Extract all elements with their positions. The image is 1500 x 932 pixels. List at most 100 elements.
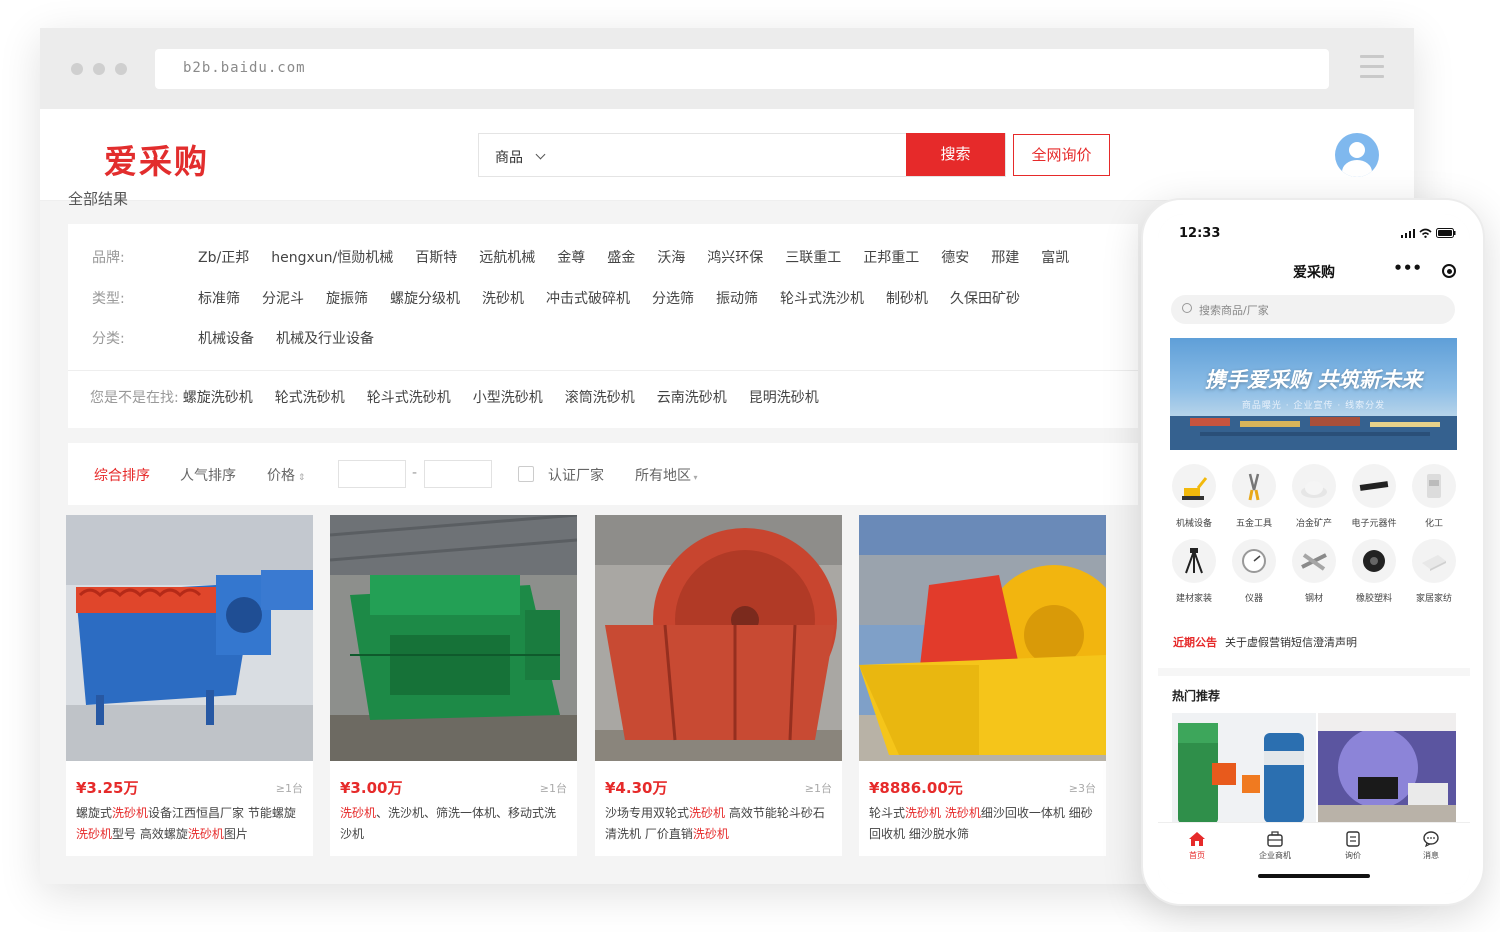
brand-option[interactable]: 金尊 xyxy=(557,247,585,267)
suggestion-link[interactable]: 云南洗砂机 xyxy=(657,387,727,407)
product-image[interactable] xyxy=(859,515,1106,761)
product-card[interactable]: ¥3.00万 ≥1台 洗砂机、洗沙机、筛洗一体机、移动式洗沙机 xyxy=(330,515,577,856)
fabric-icon xyxy=(1412,539,1456,583)
product-image[interactable] xyxy=(595,515,842,761)
product-title[interactable]: 洗砂机、洗沙机、筛洗一体机、移动式洗沙机 xyxy=(340,803,568,845)
price-min-input[interactable] xyxy=(338,460,406,488)
product-image[interactable] xyxy=(330,515,577,761)
brand-option[interactable]: Zb/正邦 xyxy=(198,247,249,267)
region-select[interactable]: 所有地区 ▾ xyxy=(635,465,698,485)
tab-inquiry[interactable]: 询价 xyxy=(1314,831,1392,861)
product-card[interactable]: ¥4.30万 ≥1台 沙场专用双轮式洗砂机 高效节能轮斗砂石清洗机 厂价直销洗砂… xyxy=(595,515,842,856)
product-title[interactable]: 沙场专用双轮式洗砂机 高效节能轮斗砂石清洗机 厂价直销洗砂机 xyxy=(605,803,833,845)
type-option[interactable]: 冲击式破碎机 xyxy=(546,288,630,308)
type-option[interactable]: 轮斗式洗沙机 xyxy=(780,288,864,308)
brand-option[interactable]: 富凯 xyxy=(1041,247,1069,267)
home-indicator[interactable] xyxy=(1258,874,1370,878)
filter-label: 类型: xyxy=(92,291,125,307)
suggestion-link[interactable]: 滚筒洗砂机 xyxy=(565,387,635,407)
phone-app-title: 爱采购 xyxy=(1293,265,1335,281)
suggestion-link[interactable]: 轮式洗砂机 xyxy=(275,387,345,407)
brand-option[interactable]: 沃海 xyxy=(657,247,685,267)
brand-option[interactable]: 三联重工 xyxy=(785,247,841,267)
search-button[interactable]: 搜索 xyxy=(906,133,1005,176)
brand-option[interactable]: 德安 xyxy=(941,247,969,267)
phone-screen: 12:33 爱采购 ••• 搜索商品/厂家 携手爱采购 共筑新未来 商品曝光 ·… xyxy=(1158,214,1470,894)
notice-text: 关于虚假营销短信澄清声明 xyxy=(1225,636,1357,649)
suggestion-link[interactable]: 昆明洗砂机 xyxy=(749,387,819,407)
title-text: 轮斗式 xyxy=(869,806,906,820)
price-max-input[interactable] xyxy=(424,460,492,488)
hot-product-image[interactable] xyxy=(1318,713,1456,825)
phone-banner[interactable]: 携手爱采购 共筑新未来 商品曝光 · 企业宣传 · 线索分发 xyxy=(1170,338,1457,450)
hamburger-menu-icon[interactable] xyxy=(1360,55,1384,79)
inquiry-button[interactable]: 全网询价 xyxy=(1013,134,1110,176)
type-option[interactable]: 标准筛 xyxy=(198,288,240,308)
close-target-icon[interactable] xyxy=(1442,264,1456,278)
sort-overall-tab[interactable]: 综合排序 xyxy=(94,465,150,485)
category-label: 仪器 xyxy=(1244,594,1263,604)
category-instruments[interactable]: 仪器 xyxy=(1224,539,1284,604)
product-image[interactable] xyxy=(66,515,313,761)
brand-option[interactable]: 盛金 xyxy=(607,247,635,267)
more-icon[interactable]: ••• xyxy=(1393,259,1422,277)
sort-popularity-tab[interactable]: 人气排序 xyxy=(180,465,236,485)
brand-option[interactable]: 正邦重工 xyxy=(863,247,919,267)
category-electronics[interactable]: 电子元器件 xyxy=(1344,464,1404,529)
search-icon xyxy=(1182,303,1192,313)
category-label: 家居家纺 xyxy=(1415,594,1452,604)
suggestion-link[interactable]: 小型洗砂机 xyxy=(473,387,543,407)
product-card[interactable]: ¥3.25万 ≥1台 螺旋式洗砂机设备江西恒昌厂家 节能螺旋洗砂机型号 高效螺旋… xyxy=(66,515,313,856)
tab-messages[interactable]: 消息 xyxy=(1392,831,1470,861)
category-home-textile[interactable]: 家居家纺 xyxy=(1404,539,1464,604)
brand-option[interactable]: hengxun/恒勋机械 xyxy=(271,247,393,267)
category-machinery[interactable]: 机械设备 xyxy=(1164,464,1224,529)
product-moq: ≥1台 xyxy=(539,782,567,795)
category-hardware[interactable]: 五金工具 xyxy=(1224,464,1284,529)
site-header: 爱采购 商品 搜索 全网询价 xyxy=(40,109,1414,201)
suggestion-link[interactable]: 螺旋洗砂机 xyxy=(183,387,253,407)
tab-business[interactable]: 企业商机 xyxy=(1236,831,1314,861)
product-card[interactable]: ¥8886.00元 ≥3台 轮斗式洗砂机 洗砂机细沙回收一体机 细砂回收机 细沙… xyxy=(859,515,1106,856)
window-dot[interactable] xyxy=(71,63,83,75)
brand-option[interactable]: 邢建 xyxy=(991,247,1019,267)
address-bar[interactable]: b2b.baidu.com xyxy=(155,49,1329,89)
user-avatar[interactable] xyxy=(1335,133,1379,177)
window-dot[interactable] xyxy=(93,63,105,75)
title-highlight: 洗砂机 xyxy=(187,827,224,841)
category-chemicals[interactable]: 化工 xyxy=(1404,464,1464,529)
type-option[interactable]: 制砂机 xyxy=(886,288,928,308)
brand-option[interactable]: 百斯特 xyxy=(415,247,457,267)
phone-search-input[interactable]: 搜索商品/厂家 xyxy=(1171,295,1455,324)
product-title[interactable]: 螺旋式洗砂机设备江西恒昌厂家 节能螺旋洗砂机型号 高效螺旋洗砂机图片 xyxy=(76,803,304,845)
product-title[interactable]: 轮斗式洗砂机 洗砂机细沙回收一体机 细砂回收机 细沙脱水筛 xyxy=(869,803,1097,845)
type-option[interactable]: 洗砂机 xyxy=(482,288,524,308)
type-option[interactable]: 振动筛 xyxy=(716,288,758,308)
type-option[interactable]: 分选筛 xyxy=(652,288,694,308)
search-scope-select[interactable]: 商品 xyxy=(495,147,523,167)
type-option[interactable]: 旋振筛 xyxy=(326,288,368,308)
category-metallurgy[interactable]: 冶金矿产 xyxy=(1284,464,1344,529)
verified-checkbox[interactable] xyxy=(518,466,534,482)
sort-price-tab[interactable]: 价格 ⇕ xyxy=(267,465,305,485)
type-option[interactable]: 螺旋分级机 xyxy=(390,288,460,308)
category-label: 橡胶塑料 xyxy=(1355,594,1392,604)
tab-home[interactable]: 首页 xyxy=(1158,831,1236,861)
category-option[interactable]: 机械及行业设备 xyxy=(276,328,374,348)
phone-notice[interactable]: 近期公告 关于虚假营销短信澄清声明 xyxy=(1173,634,1357,650)
brand-filter-row: 品牌: Zb/正邦 hengxun/恒勋机械 百斯特 远航机械 金尊 盛金 沃海… xyxy=(92,247,1091,267)
brand-option[interactable]: 鸿兴环保 xyxy=(707,247,763,267)
suggestion-link[interactable]: 轮斗式洗砂机 xyxy=(367,387,451,407)
brand-option[interactable]: 远航机械 xyxy=(479,247,535,267)
type-option[interactable]: 分泥斗 xyxy=(262,288,304,308)
type-option[interactable]: 久保田矿砂 xyxy=(950,288,1020,308)
window-dot[interactable] xyxy=(115,63,127,75)
category-steel[interactable]: 钢材 xyxy=(1284,539,1344,604)
site-logo[interactable]: 爱采购 xyxy=(104,135,209,183)
suggestion-label: 您是不是在找: xyxy=(90,390,179,406)
sort-bar: 综合排序 人气排序 价格 ⇕ - 认证厂家 所有地区 ▾ xyxy=(68,443,1138,505)
category-building[interactable]: 建材家装 xyxy=(1164,539,1224,604)
hot-product-image[interactable] xyxy=(1172,713,1316,825)
category-rubber-plastic[interactable]: 橡胶塑料 xyxy=(1344,539,1404,604)
category-option[interactable]: 机械设备 xyxy=(198,328,254,348)
